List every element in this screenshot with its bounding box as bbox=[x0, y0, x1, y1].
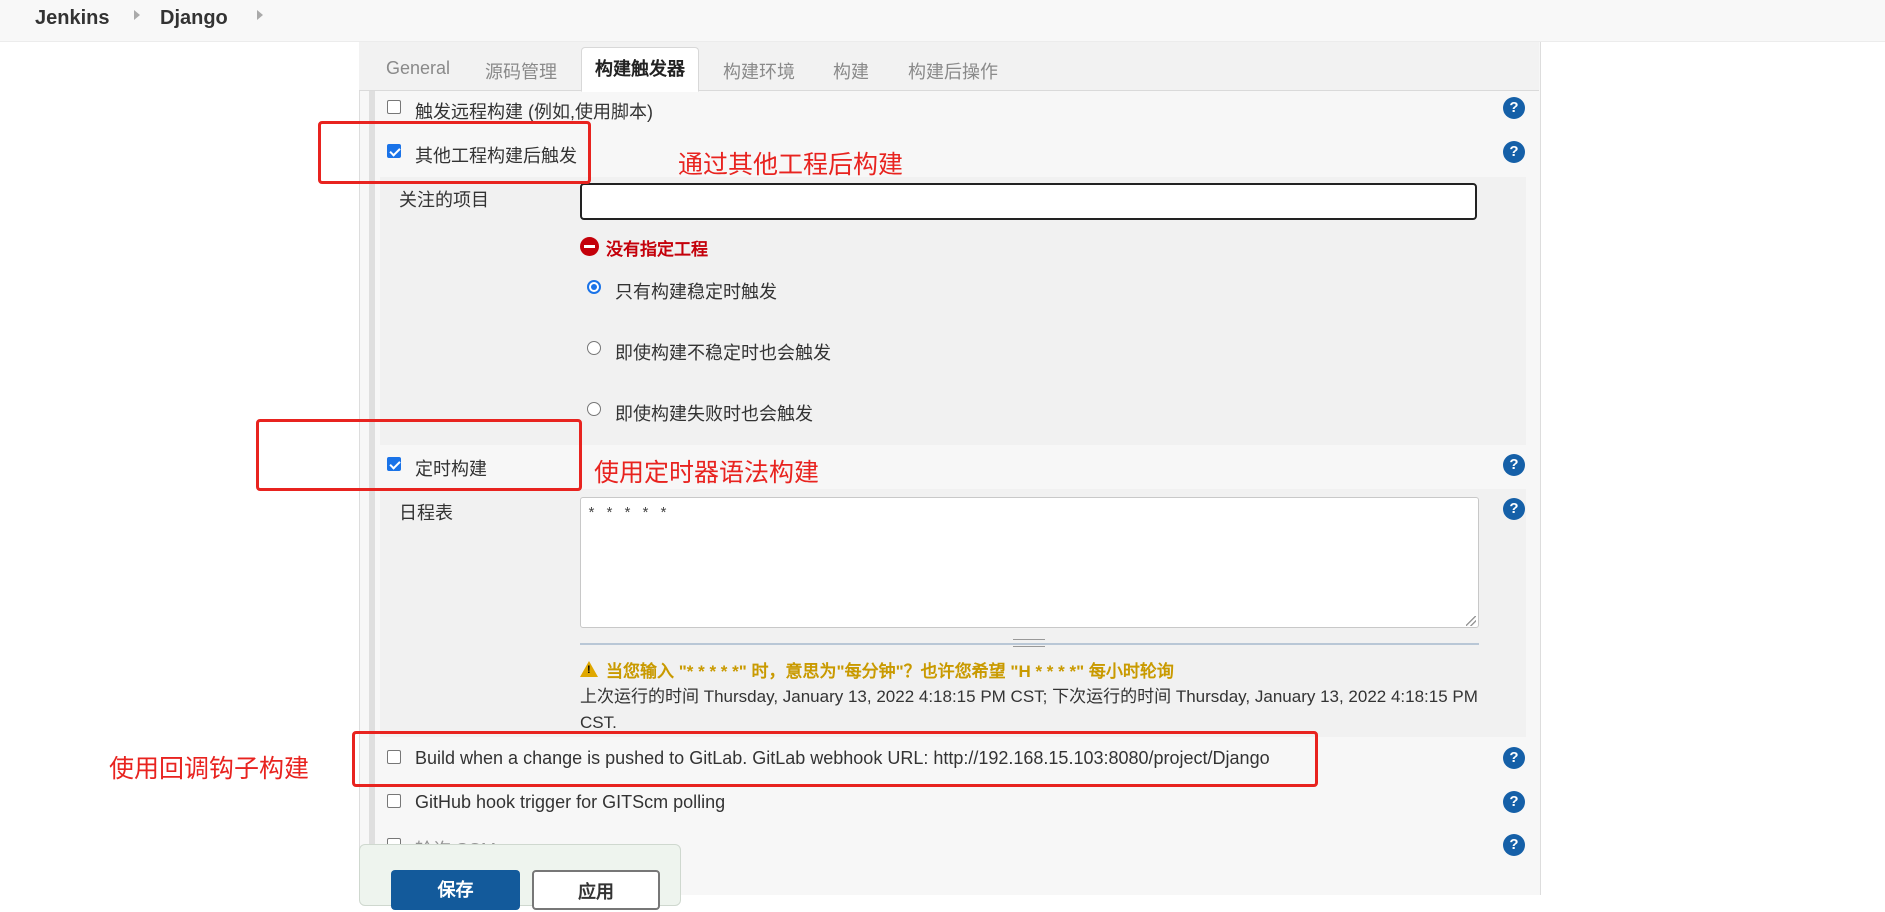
resize-grip-icon[interactable] bbox=[1466, 616, 1476, 626]
annotation-box-timer bbox=[256, 419, 582, 491]
annotation-box-gitlab bbox=[352, 731, 1318, 787]
error-message: 没有指定工程 bbox=[606, 240, 708, 259]
annotation-after-other: 通过其他工程后构建 bbox=[678, 151, 904, 179]
radio-even-unstable[interactable] bbox=[587, 341, 601, 355]
tab-build-triggers[interactable]: 构建触发器 bbox=[581, 47, 699, 92]
remote-trigger-checkbox[interactable] bbox=[387, 100, 401, 114]
warning-icon: ! bbox=[580, 661, 598, 677]
annotation-timer: 使用定时器语法构建 bbox=[594, 459, 820, 487]
annotation-gitlab: 使用回调钩子构建 bbox=[109, 755, 310, 783]
save-button[interactable]: 保存 bbox=[391, 870, 520, 910]
help-icon[interactable]: ? bbox=[1503, 498, 1525, 520]
radio-even-failed-label: 即使构建失败时也会触发 bbox=[615, 404, 813, 424]
run-info: 上次运行的时间 Thursday, January 13, 2022 4:18:… bbox=[580, 687, 1478, 732]
error-icon bbox=[580, 237, 599, 256]
help-icon[interactable]: ? bbox=[1503, 454, 1525, 476]
watched-projects-label: 关注的项目 bbox=[399, 190, 489, 210]
tab-build-env[interactable]: 构建环境 bbox=[723, 58, 795, 84]
breadcrumb: Jenkins Django bbox=[0, 0, 1885, 42]
warning-message: 当您输入 "* * * * *" 时，意思为"每分钟"？也许您希望 "H * *… bbox=[606, 662, 1174, 681]
tab-bar: General 源码管理 构建触发器 构建环境 构建 构建后操作 bbox=[359, 42, 1539, 92]
help-icon[interactable]: ? bbox=[1503, 791, 1525, 813]
breadcrumb-separator-icon bbox=[257, 10, 263, 20]
github-checkbox[interactable] bbox=[387, 794, 401, 808]
help-icon[interactable]: ? bbox=[1503, 97, 1525, 119]
breadcrumb-project[interactable]: Django bbox=[160, 7, 228, 30]
tab-build[interactable]: 构建 bbox=[833, 58, 869, 84]
breadcrumb-separator-icon bbox=[134, 10, 140, 20]
tab-post-build[interactable]: 构建后操作 bbox=[908, 58, 998, 84]
tab-scm[interactable]: 源码管理 bbox=[485, 58, 557, 84]
help-icon[interactable]: ? bbox=[1503, 141, 1525, 163]
schedule-label: 日程表 bbox=[399, 503, 453, 523]
radio-stable-only-label: 只有构建稳定时触发 bbox=[615, 282, 777, 302]
tab-general[interactable]: General bbox=[386, 58, 450, 79]
drag-handle-icon[interactable] bbox=[1013, 639, 1045, 647]
watched-projects-input[interactable] bbox=[580, 183, 1477, 220]
schedule-textarea[interactable]: * * * * * bbox=[580, 497, 1479, 628]
radio-even-unstable-label: 即使构建不稳定时也会触发 bbox=[615, 343, 831, 363]
radio-even-failed[interactable] bbox=[587, 402, 601, 416]
apply-button[interactable]: 应用 bbox=[532, 870, 660, 910]
github-label: GitHub hook trigger for GITScm polling bbox=[415, 792, 726, 812]
radio-stable-only[interactable] bbox=[587, 280, 601, 294]
breadcrumb-jenkins[interactable]: Jenkins bbox=[35, 7, 109, 30]
annotation-box-after-other bbox=[318, 121, 591, 184]
help-icon[interactable]: ? bbox=[1503, 834, 1525, 856]
help-icon[interactable]: ? bbox=[1503, 747, 1525, 769]
